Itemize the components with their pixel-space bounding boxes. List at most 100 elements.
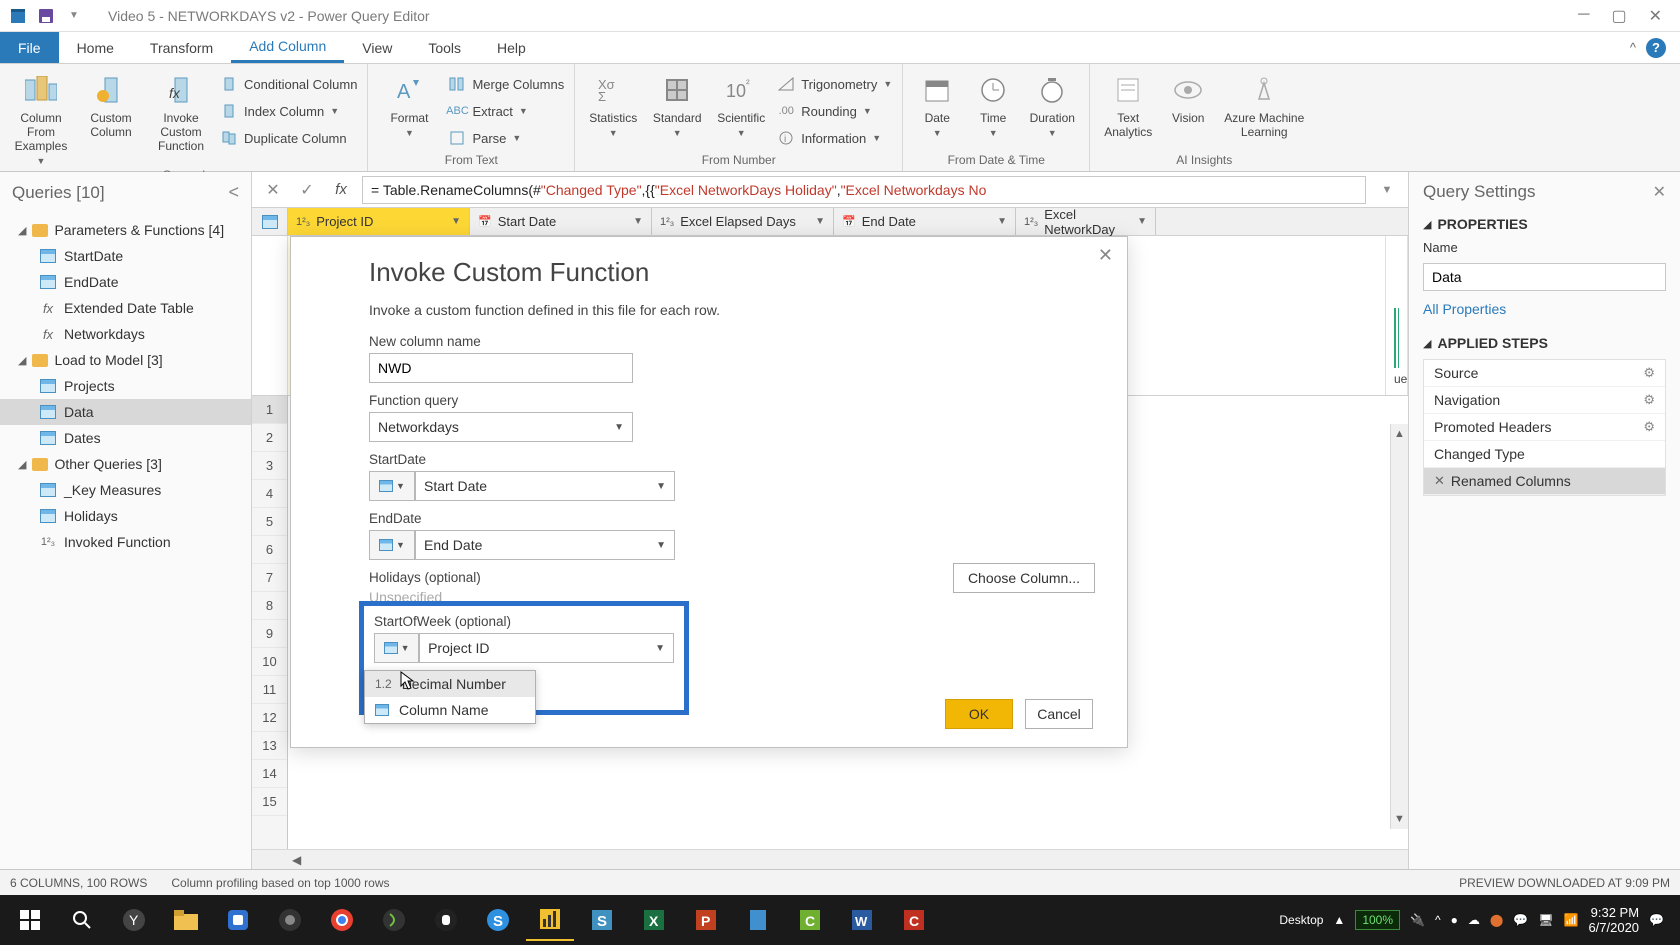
row-number[interactable]: 6 — [252, 536, 287, 564]
row-number[interactable]: 10 — [252, 648, 287, 676]
column-header[interactable]: 📅Start Date▼ — [470, 208, 652, 235]
duration-button[interactable]: Duration▼ — [1025, 68, 1079, 138]
clock[interactable]: 9:32 PM 6/7/2020 — [1588, 905, 1639, 935]
column-header[interactable]: 📅End Date▼ — [834, 208, 1016, 235]
query-item[interactable]: Projects — [0, 373, 251, 399]
taskbar-app-6[interactable]: S — [578, 899, 626, 941]
all-properties-link[interactable]: All Properties — [1423, 301, 1506, 317]
taskbar-app-8[interactable]: C — [786, 899, 834, 941]
query-group[interactable]: ◢Other Queries [3] — [0, 451, 251, 477]
cancel-formula-icon[interactable]: ✕ — [260, 177, 286, 203]
accept-formula-icon[interactable]: ✓ — [294, 177, 320, 203]
menu-column-name[interactable]: Column Name — [365, 697, 535, 723]
format-button[interactable]: A Format ▼ — [378, 68, 440, 138]
battery-indicator[interactable]: 100% — [1355, 910, 1400, 930]
tray-icon-1[interactable]: ● — [1451, 913, 1458, 927]
duplicate-column-button[interactable]: Duplicate Column — [220, 126, 357, 150]
row-number[interactable]: 1 — [252, 396, 287, 424]
row-number[interactable]: 13 — [252, 732, 287, 760]
power-icon[interactable]: 🔌 — [1410, 913, 1425, 927]
column-header[interactable]: 1²₃Excel NetworkDay▼ — [1016, 208, 1156, 235]
extract-button[interactable]: ABCExtract ▼ — [448, 99, 564, 123]
row-number[interactable]: 8 — [252, 592, 287, 620]
maximize-button[interactable]: ▢ — [1611, 6, 1626, 26]
custom-column-button[interactable]: Custom Column — [80, 68, 142, 139]
row-number[interactable]: 15 — [252, 788, 287, 816]
qat-save-icon[interactable] — [34, 4, 58, 28]
taskbar-app-5[interactable] — [422, 899, 470, 941]
tab-transform[interactable]: Transform — [132, 32, 231, 63]
desktop-label[interactable]: Desktop — [1279, 913, 1323, 927]
close-settings-icon[interactable]: ✕ — [1653, 182, 1666, 202]
row-number[interactable]: 5 — [252, 508, 287, 536]
row-number[interactable]: 14 — [252, 760, 287, 788]
tab-view[interactable]: View — [344, 32, 410, 63]
query-item[interactable]: _Key Measures — [0, 477, 251, 503]
qat-file-icon[interactable] — [6, 4, 30, 28]
formula-input[interactable]: = Table.RenameColumns(#"Changed Type",{{… — [362, 176, 1366, 204]
row-number[interactable]: 4 — [252, 480, 287, 508]
date-button[interactable]: Date▼ — [913, 68, 961, 138]
row-number[interactable]: 3 — [252, 452, 287, 480]
query-group[interactable]: ◢Parameters & Functions [4] — [0, 217, 251, 243]
query-item[interactable]: fxNetworkdays — [0, 321, 251, 347]
powerbi-icon[interactable] — [526, 899, 574, 941]
statistics-button[interactable]: XσΣ Statistics▼ — [585, 68, 641, 138]
taskbar-app-3[interactable] — [266, 899, 314, 941]
query-item[interactable]: StartDate — [0, 243, 251, 269]
row-number[interactable]: 11 — [252, 676, 287, 704]
information-button[interactable]: iInformation ▼ — [777, 126, 892, 150]
choose-column-button[interactable]: Choose Column... — [953, 563, 1095, 593]
startdate-select[interactable]: Start Date▼ — [415, 471, 675, 501]
standard-button[interactable]: Standard▼ — [649, 68, 705, 138]
applied-step[interactable]: ✕Renamed Columns — [1424, 468, 1665, 495]
taskbar-app-2[interactable] — [214, 899, 262, 941]
invoke-custom-function-button[interactable]: fx Invoke Custom Function — [150, 68, 212, 153]
wifi-icon[interactable]: 📶 — [1563, 913, 1578, 927]
column-header[interactable]: 1²₃Project ID▼ — [288, 208, 470, 235]
startofweek-type-button[interactable]: ▼ — [374, 633, 419, 663]
taskbar-app-4[interactable] — [370, 899, 418, 941]
query-name-input[interactable] — [1423, 263, 1666, 291]
ok-button[interactable]: OK — [945, 699, 1013, 729]
tray-icon-4[interactable]: 💬 — [1513, 913, 1528, 927]
time-button[interactable]: Time▼ — [969, 68, 1017, 138]
tray-icon-2[interactable]: ☁ — [1468, 913, 1480, 927]
query-item[interactable]: Dates — [0, 425, 251, 451]
enddate-type-button[interactable]: ▼ — [369, 530, 415, 560]
tray-icon-3[interactable]: ⬤ — [1490, 913, 1503, 927]
menu-decimal-number[interactable]: 1.2Decimal Number — [365, 671, 535, 697]
applied-step[interactable]: Changed Type — [1424, 441, 1665, 468]
taskbar-app-9[interactable]: C — [890, 899, 938, 941]
horizontal-scrollbar[interactable]: ◀ — [252, 849, 1408, 869]
azure-ml-button[interactable]: Azure Machine Learning — [1220, 68, 1308, 139]
startdate-type-button[interactable]: ▼ — [369, 471, 415, 501]
parse-button[interactable]: Parse ▼ — [448, 126, 564, 150]
query-item[interactable]: EndDate — [0, 269, 251, 295]
row-number[interactable]: 7 — [252, 564, 287, 592]
query-item[interactable]: 1²₃Invoked Function — [0, 529, 251, 555]
column-header[interactable]: 1²₃Excel Elapsed Days▼ — [652, 208, 834, 235]
startofweek-select[interactable]: Project ID▼ — [419, 633, 674, 663]
cancel-button[interactable]: Cancel — [1025, 699, 1093, 729]
tab-home[interactable]: Home — [59, 32, 132, 63]
collapse-queries-icon[interactable]: < — [228, 182, 239, 203]
chrome-icon[interactable] — [318, 899, 366, 941]
tab-tools[interactable]: Tools — [410, 32, 479, 63]
excel-icon[interactable]: X — [630, 899, 678, 941]
trigonometry-button[interactable]: Trigonometry ▼ — [777, 72, 892, 96]
enddate-select[interactable]: End Date▼ — [415, 530, 675, 560]
applied-step[interactable]: Source⚙ — [1424, 360, 1665, 387]
query-item[interactable]: Holidays — [0, 503, 251, 529]
fx-icon[interactable]: fx — [328, 177, 354, 203]
function-query-select[interactable]: Networkdays▼ — [369, 412, 633, 442]
conditional-column-button[interactable]: Conditional Column — [220, 72, 357, 96]
start-button[interactable] — [6, 899, 54, 941]
tray-chevron-icon[interactable]: ^ — [1435, 913, 1441, 927]
vertical-scrollbar[interactable]: ▲ ▼ — [1390, 424, 1408, 829]
tray-up-icon[interactable]: ▲ — [1333, 913, 1345, 927]
collapse-ribbon-icon[interactable]: ^ — [1630, 40, 1636, 55]
query-group[interactable]: ◢Load to Model [3] — [0, 347, 251, 373]
word-icon[interactable]: W — [838, 899, 886, 941]
tab-add-column[interactable]: Add Column — [231, 32, 344, 63]
